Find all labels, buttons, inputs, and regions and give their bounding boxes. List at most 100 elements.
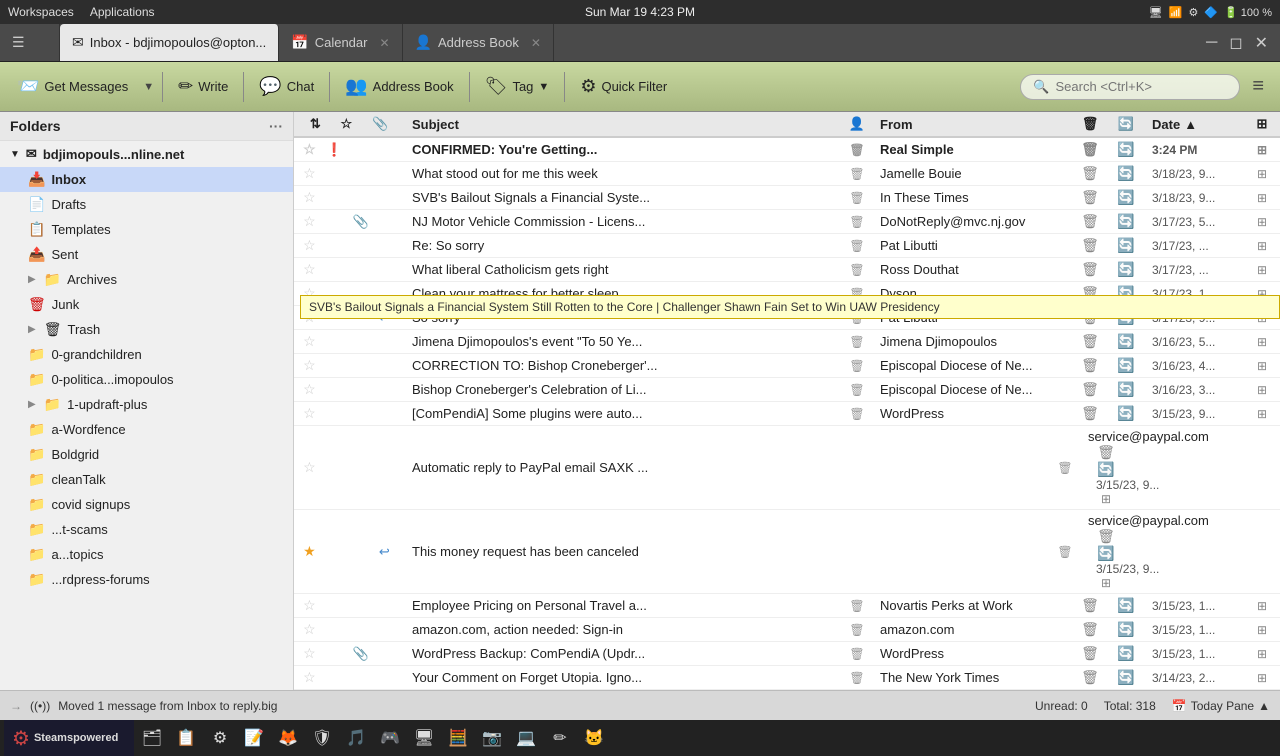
- taskbar-terminal[interactable]: 💻: [510, 724, 542, 752]
- taskbar-cat[interactable]: 🐱: [578, 724, 610, 752]
- star-button[interactable]: ☆: [303, 333, 316, 350]
- tag-row-button[interactable]: 🔄: [1108, 621, 1144, 638]
- view-row-button[interactable]: ⊞: [1244, 143, 1280, 157]
- table-row[interactable]: ☆ Automatic reply to PayPal email SAXK .…: [294, 426, 1280, 510]
- attach-header-icon[interactable]: 📎: [372, 116, 388, 132]
- tag-row-button[interactable]: 🔄: [1108, 141, 1144, 158]
- junk-button[interactable]: 🗑: [849, 335, 864, 349]
- junk-button[interactable]: 🗑: [849, 383, 864, 397]
- tab-addressbook[interactable]: 👤 Address Book ✕: [403, 24, 554, 61]
- col-header-subject[interactable]: Subject: [404, 117, 842, 132]
- star-button[interactable]: ★: [303, 543, 316, 560]
- tag-row-button[interactable]: 🔄: [1088, 545, 1124, 562]
- address-book-button[interactable]: 👥 Address Book: [336, 71, 462, 102]
- sort-icon[interactable]: ⇅: [310, 116, 321, 132]
- trash-button[interactable]: 🗑: [1088, 444, 1124, 461]
- junk-button[interactable]: 🗑: [849, 671, 864, 685]
- taskbar-security[interactable]: 🛡: [306, 724, 338, 752]
- view-row-button[interactable]: ⊞: [1244, 239, 1280, 253]
- tag-row-button[interactable]: 🔄: [1108, 333, 1144, 350]
- maximize-button[interactable]: ◻: [1225, 33, 1246, 53]
- table-row[interactable]: ☆ SVB's Bailout Signals a Financial Syst…: [294, 186, 1280, 210]
- status-expand-icon[interactable]: →: [10, 699, 22, 713]
- table-row[interactable]: ☆ amazon.com, action needed: Sign-in 🗑 a…: [294, 618, 1280, 642]
- junk-button[interactable]: 🗑: [849, 407, 864, 421]
- account-item[interactable]: ▼ ✉ bdjimopouls...nline.net: [0, 141, 293, 167]
- taskbar-camera[interactable]: 📷: [476, 724, 508, 752]
- star-button[interactable]: ☆: [303, 405, 316, 422]
- trash-button[interactable]: 🗑: [1072, 333, 1108, 350]
- taskbar-gaming[interactable]: 🎮: [374, 724, 406, 752]
- table-row[interactable]: ☆ 📎 NJ Motor Vehicle Commission - Licens…: [294, 210, 1280, 234]
- junk-button[interactable]: 🗑: [849, 239, 864, 253]
- star-button[interactable]: ☆: [303, 459, 316, 476]
- trash-button[interactable]: 🗑: [1072, 357, 1108, 374]
- trash-button[interactable]: 🗑: [1072, 669, 1108, 686]
- trash-button[interactable]: 🗑: [1072, 261, 1108, 278]
- table-row[interactable]: ☆ What stood out for me this week 🗑 Jame…: [294, 162, 1280, 186]
- junk-button[interactable]: 🗑: [1057, 461, 1072, 475]
- taskbar-editor[interactable]: 📝: [238, 724, 270, 752]
- tag-row-button[interactable]: 🔄: [1108, 597, 1144, 614]
- star-button[interactable]: ☆: [303, 165, 316, 182]
- table-row[interactable]: ☆ Employee Pricing on Personal Travel a.…: [294, 594, 1280, 618]
- today-pane-button[interactable]: 📅 Today Pane ▲: [1172, 699, 1270, 713]
- table-row[interactable]: ☆ Your Comment on Forget Utopia. Igno...…: [294, 666, 1280, 690]
- sidebar-item-templates[interactable]: 📋 Templates: [0, 217, 293, 242]
- sidebar-item-topics[interactable]: 📁 a...topics: [0, 542, 293, 567]
- sidebar-item-archives[interactable]: ▶ 📁 Archives: [0, 267, 293, 292]
- table-row[interactable]: ★ ↩ This money request has been canceled…: [294, 510, 1280, 594]
- trash-button[interactable]: 🗑: [1072, 213, 1108, 230]
- sidebar-item-boldgrid[interactable]: 📁 Boldgrid: [0, 442, 293, 467]
- sidebar-item-0politica[interactable]: 📁 0-politica...imopoulos: [0, 367, 293, 392]
- view-row-button[interactable]: ⊞: [1244, 671, 1280, 685]
- col-header-from[interactable]: From: [872, 117, 1072, 132]
- tag-row-button[interactable]: 🔄: [1088, 461, 1124, 478]
- col-header-date[interactable]: Date ▲: [1144, 117, 1244, 132]
- junk-button[interactable]: 🗑: [849, 191, 864, 205]
- sidebar-item-drafts[interactable]: 📄 Drafts: [0, 192, 293, 217]
- trash-button[interactable]: 🗑: [1072, 621, 1108, 638]
- tag-row-button[interactable]: 🔄: [1108, 165, 1144, 182]
- close-button[interactable]: ✕: [1251, 33, 1272, 53]
- view-row-button[interactable]: ⊞: [1244, 215, 1280, 229]
- taskbar-files[interactable]: 🗂: [136, 724, 168, 752]
- tab-calendar[interactable]: 📅 Calendar ✕: [279, 24, 402, 61]
- trash-button[interactable]: 🗑: [1072, 189, 1108, 206]
- trash-button[interactable]: 🗑: [1072, 597, 1108, 614]
- view-row-button[interactable]: ⊞: [1244, 263, 1280, 277]
- view-row-button[interactable]: ⊞: [1244, 191, 1280, 205]
- junk-button[interactable]: 🗑: [849, 143, 864, 157]
- steam-badge[interactable]: ⚙ Steamspowered: [4, 720, 134, 756]
- sidebar-item-wpforums[interactable]: 📁 ...rdpress-forums: [0, 567, 293, 592]
- star-button[interactable]: ☆: [303, 621, 316, 638]
- view-row-button[interactable]: ⊞: [1244, 335, 1280, 349]
- junk-button[interactable]: 🗑: [849, 167, 864, 181]
- star-button[interactable]: ☆: [303, 189, 316, 206]
- table-row[interactable]: ☆ What liberal Catholicism gets right 🗑 …: [294, 258, 1280, 282]
- table-row[interactable]: ☆ [ComPendiA] Some plugins were auto... …: [294, 402, 1280, 426]
- view-row-button[interactable]: ⊞: [1244, 623, 1280, 637]
- junk-button[interactable]: 🗑: [1057, 545, 1072, 559]
- get-messages-dropdown[interactable]: ▼: [141, 81, 156, 93]
- sidebar-item-scams[interactable]: 📁 ...t-scams: [0, 517, 293, 542]
- trash-button[interactable]: 🗑: [1072, 165, 1108, 182]
- star-button[interactable]: ☆: [303, 213, 316, 230]
- sidebar-item-wordfence[interactable]: 📁 a-Wordfence: [0, 417, 293, 442]
- tab-calendar-close[interactable]: ✕: [379, 36, 389, 50]
- today-pane-collapse-icon[interactable]: ▲: [1258, 699, 1270, 713]
- workspaces-menu[interactable]: Workspaces: [8, 5, 74, 19]
- settings-icon[interactable]: ⚙: [1188, 6, 1198, 19]
- trash-button[interactable]: 🗑: [1072, 237, 1108, 254]
- view-row-button[interactable]: ⊞: [1244, 599, 1280, 613]
- taskbar-music[interactable]: 🎵: [340, 724, 372, 752]
- trash-button[interactable]: 🗑: [1072, 381, 1108, 398]
- view-row-button[interactable]: ⊞: [1088, 576, 1124, 590]
- quick-filter-button[interactable]: ⚙ Quick Filter: [571, 71, 676, 102]
- tag-row-button[interactable]: 🔄: [1108, 645, 1144, 662]
- taskbar-settings[interactable]: ⚙: [204, 724, 236, 752]
- toolbar-menu-icon[interactable]: ≡: [1244, 75, 1272, 98]
- junk-button[interactable]: 🗑: [849, 359, 864, 373]
- tag-row-button[interactable]: 🔄: [1108, 189, 1144, 206]
- table-row[interactable]: ☆ Re: So sorry 🗑 Pat Libutti 🗑 🔄 3/17/23…: [294, 234, 1280, 258]
